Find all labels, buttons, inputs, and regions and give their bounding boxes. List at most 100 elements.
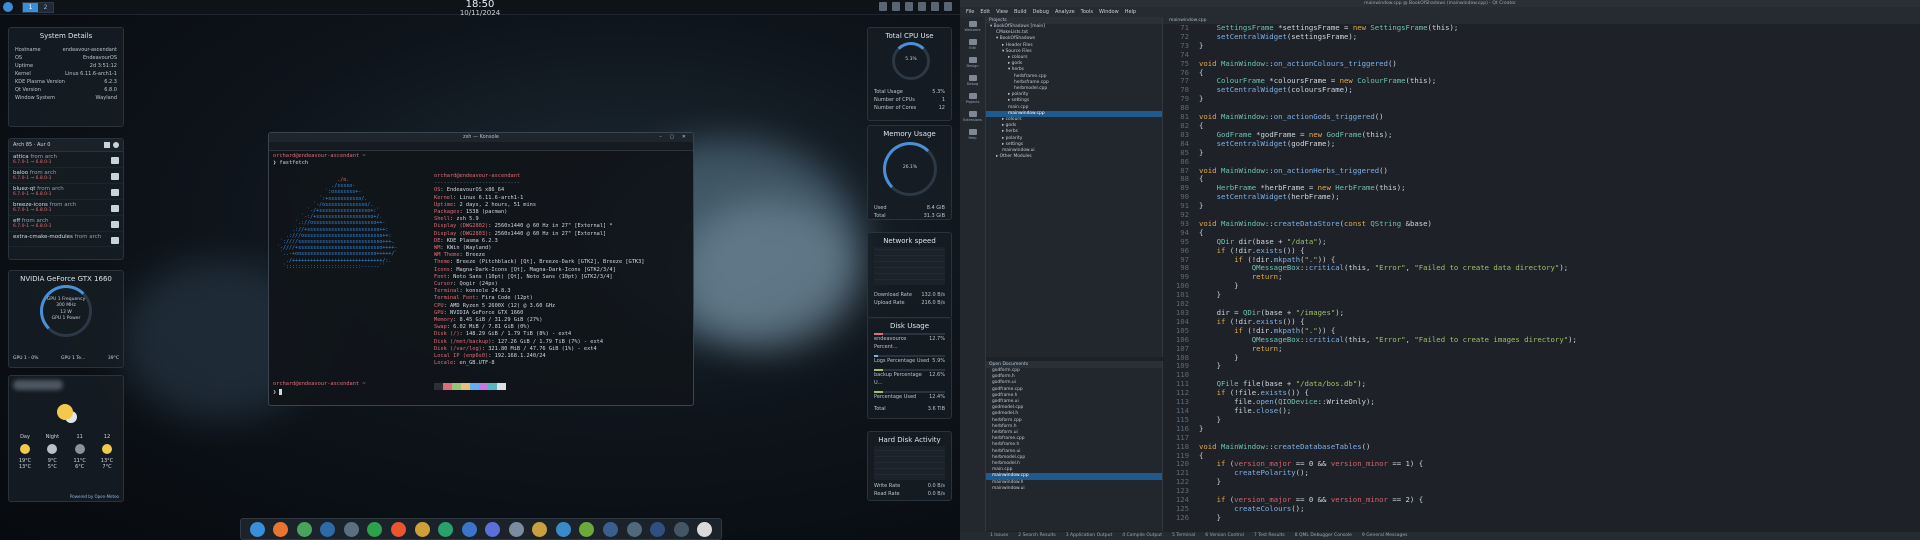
update-package-icon[interactable] [111, 221, 119, 228]
update-package-icon[interactable] [111, 205, 119, 212]
network-icon[interactable] [879, 2, 887, 11]
hdd-stat-label: Write Rate [874, 483, 901, 489]
menu-edit[interactable]: Edit [980, 7, 990, 17]
clipboard-icon[interactable] [918, 2, 926, 11]
mode-debug[interactable]: Debug [960, 71, 985, 89]
virtual-desktop-pager[interactable]: 1 2 [22, 2, 54, 13]
desktop-2[interactable]: 2 [38, 3, 53, 12]
update-package-icon[interactable] [111, 173, 119, 180]
update-item[interactable]: extra-cmake-modules from arch [9, 232, 123, 247]
code-editor[interactable]: mainwindow.cpp 71 SettingsFrame *setting… [1163, 17, 1920, 532]
system-monitor-icon[interactable] [626, 521, 642, 537]
konsole-icon[interactable] [555, 521, 571, 537]
konsole-titlebar[interactable]: zsh — Konsole – ▢ ✕ [269, 133, 693, 142]
mode-projects[interactable]: Projects [960, 89, 985, 107]
fastfetch-header: orchard@endeavour-ascendant [434, 173, 521, 179]
volume-icon[interactable] [892, 2, 900, 11]
update-item[interactable]: attica from arch 6.7.0-1 → 6.8.0-1 [9, 152, 123, 168]
clock-date: 10/11/2024 [459, 9, 501, 17]
discover-icon[interactable] [485, 521, 501, 537]
update-item[interactable]: breeze-icons from arch 6.7.0-1 → 6.8.0-1 [9, 200, 123, 216]
kate-icon[interactable] [603, 521, 618, 537]
spreadsheet-icon[interactable] [367, 521, 383, 537]
menu-tools[interactable]: Tools [1081, 7, 1093, 17]
open-document[interactable]: mainwindow.ui [986, 486, 1162, 492]
menu-view[interactable]: View [996, 7, 1008, 17]
dolphin-icon[interactable] [320, 521, 336, 537]
update-item[interactable]: baloo from arch 6.7.0-1 → 6.8.0-1 [9, 168, 123, 184]
trash-icon[interactable] [673, 521, 689, 537]
digital-clock[interactable]: 18:50 10/11/2024 [450, 0, 510, 17]
mode-label: Welcome [964, 27, 981, 32]
mode-help[interactable]: Help [960, 125, 985, 143]
menu-build[interactable]: Build [1014, 7, 1027, 17]
chat-icon[interactable] [438, 521, 454, 537]
menu-debug[interactable]: Debug [1033, 7, 1049, 17]
update-package-icon[interactable] [111, 189, 119, 196]
cpu-gauge-value: 5.3% [905, 57, 917, 62]
vlc-icon[interactable] [508, 521, 524, 537]
krita-icon[interactable] [414, 521, 430, 537]
gpu-gauge-line: 300 MHz [56, 303, 76, 308]
output-pane-tab[interactable]: 8 QML Debugger Console [1295, 532, 1352, 540]
konsole-window[interactable]: zsh — Konsole – ▢ ✕ orchard@endeavour-as… [268, 132, 694, 406]
terminal-icon[interactable] [650, 521, 666, 537]
notifications-icon[interactable] [931, 2, 939, 11]
command-line: ❯ fastfetch [273, 160, 309, 167]
desktop-1[interactable]: 1 [23, 3, 38, 12]
mode-design[interactable]: Design [960, 53, 985, 71]
menu-help[interactable]: Help [1125, 7, 1136, 17]
disk-label: Logs Percentage Used [874, 358, 930, 364]
menu-analyze[interactable]: Analyze [1055, 7, 1075, 17]
cpu-stat-value: 1 [941, 97, 945, 103]
top-panel: 1 2 18:50 10/11/2024 [0, 0, 960, 17]
mode-welcome[interactable]: Welcome [960, 17, 985, 35]
output-pane-tab[interactable]: 6 Version Control [1205, 532, 1244, 540]
panda-icon[interactable] [697, 521, 713, 537]
mode-edit[interactable]: Edit [960, 35, 985, 53]
window-controls[interactable]: – ▢ ✕ [659, 133, 689, 142]
disk-entry: endeavouros Percent... 12.7% [868, 333, 951, 351]
ide-window-title[interactable]: mainwindow.cpp @ BookOfShadows (mainwind… [960, 0, 1920, 7]
application-launcher-icon[interactable] [3, 2, 13, 12]
update-package-icon[interactable] [111, 157, 119, 164]
code-line: 93 void MainWindow::createDataStore(const… [1163, 219, 1920, 229]
brave-icon[interactable] [390, 521, 406, 537]
update-item[interactable]: bluez-qt from arch 6.7.0-1 → 6.8.0-1 [9, 184, 123, 200]
output-pane-tab[interactable]: 1 Issues [990, 532, 1008, 540]
tree-item[interactable]: ▸ Other Modules [986, 154, 1162, 160]
update-all-icon[interactable] [104, 142, 110, 148]
thunderbird-icon[interactable] [461, 521, 477, 537]
terminal-output[interactable]: orchard@endeavour-ascendant ~ ❯ fastfetc… [269, 151, 693, 396]
fastfetch-line: Terminal: konsole 24.8.3 [434, 288, 644, 295]
update-package-icon[interactable] [111, 237, 119, 244]
qt-creator-icon[interactable] [579, 521, 595, 537]
ide-icon[interactable] [296, 521, 312, 537]
fastfetch-key: Shell [434, 216, 450, 223]
updates-header: Arch 85 · Aur 0 [9, 139, 123, 152]
system-settings-icon[interactable] [343, 521, 359, 537]
output-pane-tab[interactable]: 5 Terminal [1172, 532, 1195, 540]
output-pane-tab[interactable]: 4 Compile Output [1122, 532, 1162, 540]
output-pane-tab[interactable]: 7 Test Results [1254, 532, 1285, 540]
cpu-stat-label: Total Usage [874, 89, 903, 95]
power-icon[interactable] [944, 2, 952, 11]
endeavouros-welcome-icon[interactable] [249, 521, 265, 537]
gimp-icon[interactable] [532, 521, 548, 537]
fastfetch-value: : 2 days, 2 hours, 51 mins [453, 201, 537, 208]
mode-extensions[interactable]: Extensions [960, 107, 985, 125]
bluetooth-icon[interactable] [905, 2, 913, 11]
disk-entry: Percentage Used 12.4% [868, 391, 951, 401]
output-pane-tab[interactable]: 2 Search Results [1018, 532, 1055, 540]
weather-credit[interactable]: Powered by Open-Meteo [70, 494, 119, 499]
code-text: setCentralWidget(herbFrame); [1216, 192, 1340, 202]
updates-count: Arch 85 · Aur 0 [13, 142, 51, 148]
menu-window[interactable]: Window [1099, 7, 1119, 17]
refresh-icon[interactable] [113, 142, 119, 148]
fastfetch-value: : 321.80 MiB / 47.76 GiB (1%) - ext4 [481, 345, 597, 352]
output-pane-tab[interactable]: 3 Application Output [1066, 532, 1113, 540]
menu-file[interactable]: File [966, 7, 974, 17]
output-pane-tab[interactable]: 9 General Messages [1362, 532, 1408, 540]
firefox-icon[interactable] [273, 521, 289, 537]
update-item[interactable]: eff from arch 6.7.0-1 → 6.8.0-1 [9, 216, 123, 232]
